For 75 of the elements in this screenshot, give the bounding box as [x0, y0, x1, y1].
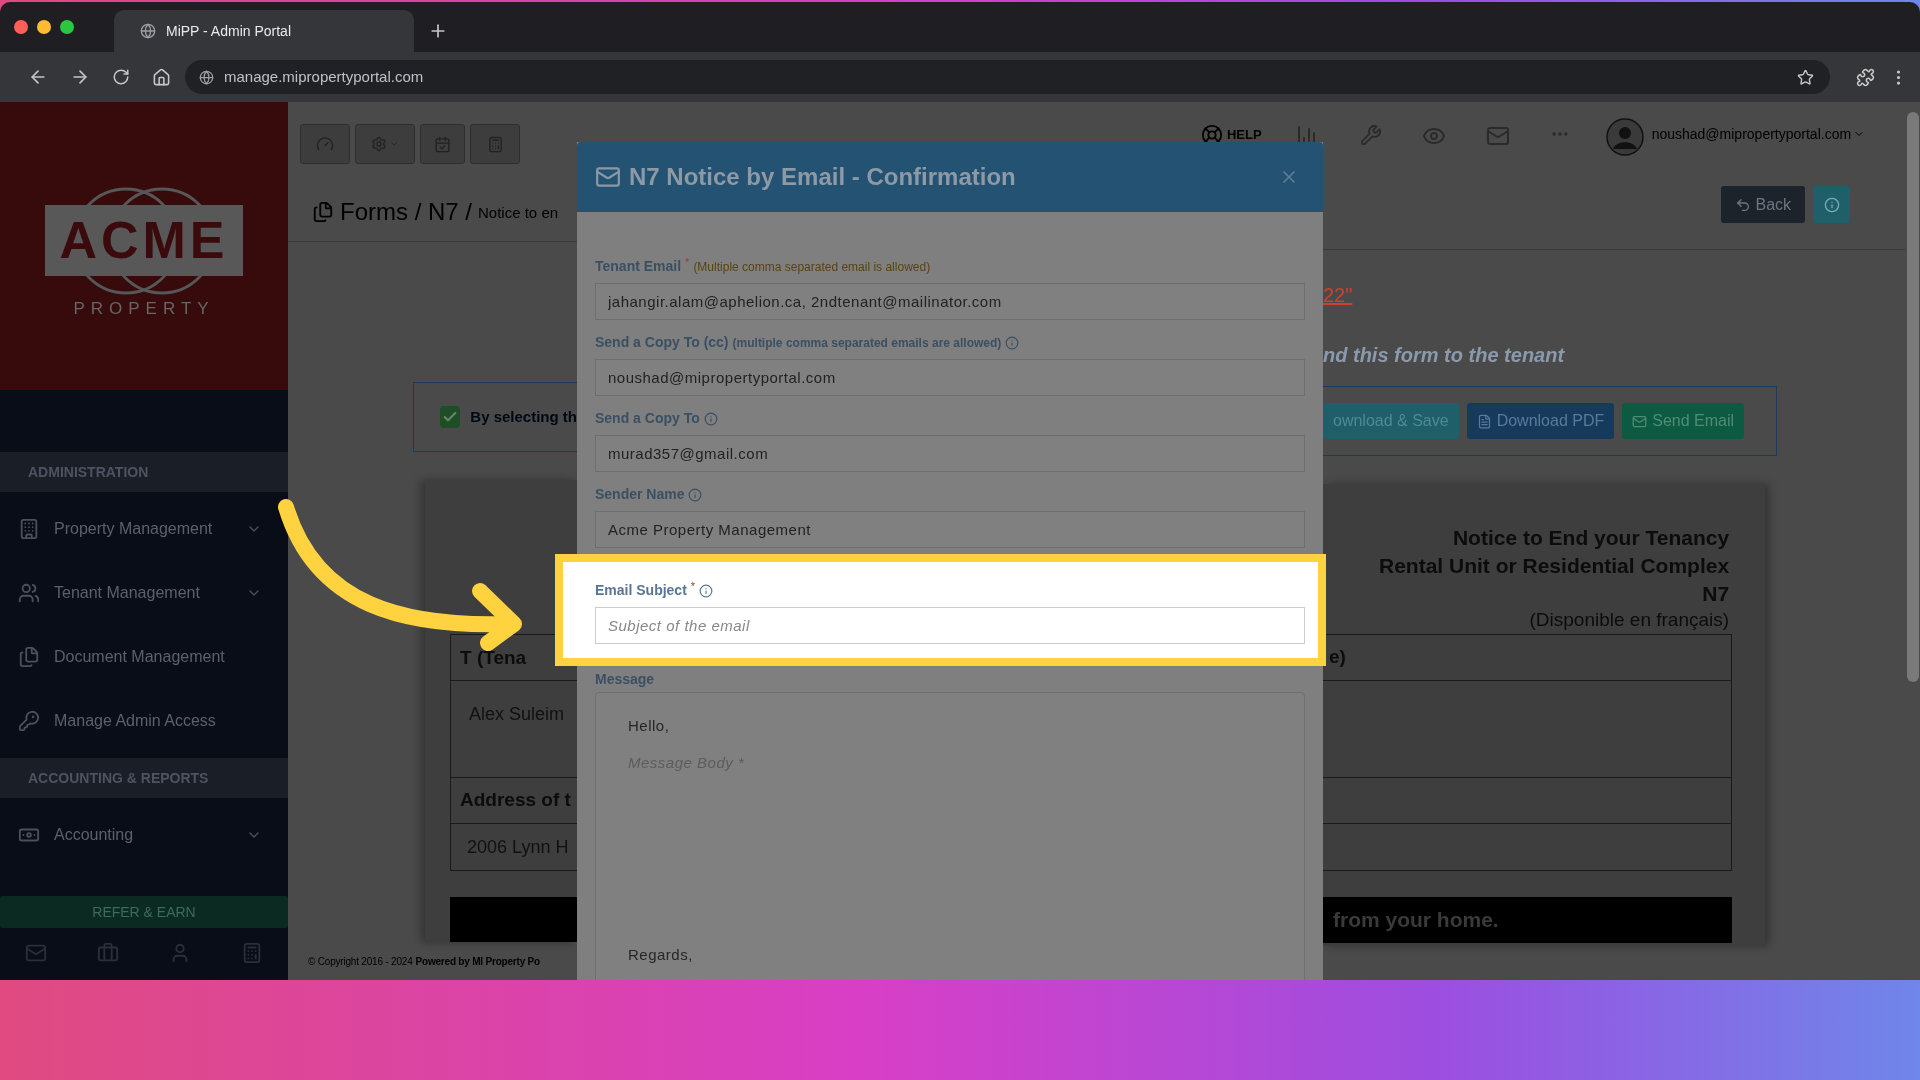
document-icon: [1476, 413, 1492, 429]
settings-icon: [371, 136, 387, 152]
browser-tab[interactable]: MiPP - Admin Portal: [114, 10, 414, 52]
message-line: Hello,: [628, 716, 671, 736]
required-mark: *: [690, 579, 696, 595]
instruction-text: nd this form to the tenant: [1323, 343, 1566, 368]
action-button[interactable]: Download PDF: [1466, 403, 1615, 439]
mail-icon[interactable]: [25, 942, 47, 964]
section-heading: ACCOUNTING & REPORTS: [0, 758, 288, 798]
field-hint: (Multiple comma separated email is allowed): [693, 258, 931, 276]
copyright-text: © Copyright 2016 - 2024: [308, 955, 413, 969]
breadcrumb[interactable]: Forms / N7 /: [340, 193, 472, 230]
wrench-icon[interactable]: [1359, 124, 1382, 146]
info-icon[interactable]: [688, 487, 703, 502]
powered-by-text: Powered by MI Property Po: [415, 955, 540, 969]
extensions-icon[interactable]: [1856, 67, 1875, 87]
field-label: Email Subject: [595, 581, 687, 600]
user-menu[interactable]: noushad@mipropertyportal.com: [1651, 124, 1852, 145]
calculator-icon[interactable]: [241, 942, 263, 964]
sidebar-item[interactable]: Tenant Management: [0, 561, 288, 625]
briefcase-icon[interactable]: [97, 942, 119, 964]
address-bar[interactable]: manage.mipropertyportal.com: [185, 60, 1830, 94]
info-icon[interactable]: [1005, 335, 1020, 350]
reload-icon[interactable]: [112, 68, 130, 86]
action-button[interactable]: Send Email: [1622, 403, 1745, 439]
section-heading: ADMINISTRATION: [0, 452, 288, 492]
dashboard-button[interactable]: [300, 124, 350, 164]
mail-icon: [595, 164, 621, 190]
banner-text: from your home.: [1333, 907, 1499, 934]
info-icon[interactable]: [703, 411, 718, 426]
text-field[interactable]: murad357@gmail.com: [595, 435, 1305, 472]
field-label: Message: [595, 670, 656, 686]
logo-wordmark: ACME: [45, 205, 243, 276]
sidebar-item[interactable]: Accounting: [0, 803, 288, 867]
avatar-icon[interactable]: [1605, 118, 1644, 156]
help-link[interactable]: HELP: [1227, 125, 1262, 145]
gauge-icon: [316, 135, 334, 153]
text-field[interactable]: Acme Property Management: [595, 511, 1305, 548]
info-icon: [1823, 196, 1840, 213]
refer-button[interactable]: REFER & EARN: [0, 896, 288, 928]
back-button[interactable]: Back: [1720, 186, 1806, 223]
settings-button[interactable]: [355, 124, 415, 164]
text-field[interactable]: Subject of the email: [595, 607, 1305, 644]
required-mark: *: [685, 255, 690, 271]
field-label: Send a Copy To (cc): [595, 333, 729, 352]
home-icon[interactable]: [152, 67, 171, 87]
calculator-button[interactable]: [470, 124, 520, 164]
breadcrumb-current: Notice to en: [478, 203, 559, 224]
message-line: Regards,: [628, 944, 694, 965]
undo-icon: [1734, 196, 1751, 213]
forms-icon: [312, 200, 334, 223]
info-icon[interactable]: [699, 583, 714, 598]
field-label: Send a Copy To: [595, 409, 700, 428]
mail-icon: [1632, 413, 1648, 429]
calendar-button[interactable]: [420, 124, 465, 164]
logo-tagline: PROPERTY: [73, 297, 215, 320]
sidebar-item[interactable]: Manage Admin Access: [0, 689, 288, 753]
field-label: Tenant Email: [595, 257, 682, 276]
form-link[interactable]: 22": [1323, 280, 1353, 310]
globe-icon: [140, 23, 156, 39]
calendar-icon: [434, 135, 451, 153]
field-label: Sender Name: [595, 485, 685, 504]
info-button[interactable]: [1813, 186, 1851, 223]
globe-icon: [199, 69, 214, 85]
text-field[interactable]: noushad@mipropertyportal.com: [595, 359, 1305, 396]
calculator-icon: [486, 135, 504, 153]
dialog-title: N7 Notice by Email - Confirmation: [629, 162, 1017, 192]
field-hint: (multiple comma separated emails are allowed): [732, 334, 1002, 352]
sidebar-item[interactable]: Document Management: [0, 625, 288, 689]
consent-checkbox[interactable]: [440, 406, 461, 428]
text-field[interactable]: jahangir.alam@aphelion.ca, 2ndtenant@mailinator.com: [595, 283, 1305, 320]
mail-icon[interactable]: [1485, 124, 1510, 148]
sidebar-item[interactable]: Property Management: [0, 497, 288, 561]
star-icon[interactable]: [1797, 68, 1814, 86]
consent-text: By selecting th: [470, 406, 577, 427]
